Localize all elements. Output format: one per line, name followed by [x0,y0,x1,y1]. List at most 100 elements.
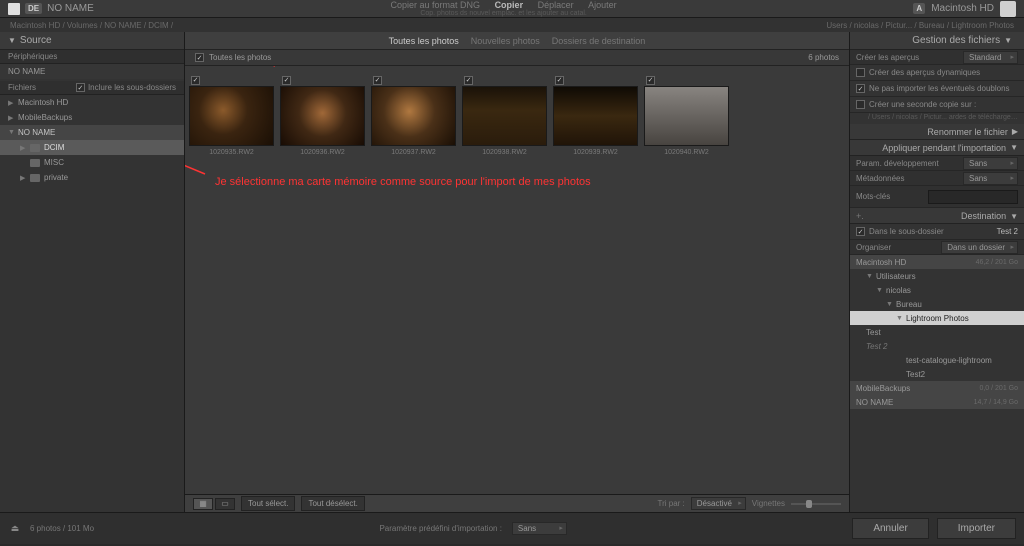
copy-dng-label[interactable]: Copier au format DNG [391,0,481,10]
thumbnail-image[interactable] [189,86,274,146]
eject-icon[interactable]: ⏏ [8,522,22,536]
grid-view-button[interactable]: ▦ [193,498,213,510]
sort-dropdown[interactable]: Désactivé [691,497,746,510]
metadata-dropdown[interactable]: Sans [963,172,1018,185]
import-button[interactable]: Importer [937,518,1016,539]
thumbnail-cell[interactable]: 1020938.RW2 [462,74,547,156]
source-breadcrumb[interactable]: Macintosh HD / Volumes / NO NAME / DCIM … [10,21,173,30]
source-panel-header[interactable]: ▼ Source [0,32,184,50]
checkbox-icon [76,83,85,92]
organize-label: Organiser [856,243,891,252]
file-handling-title: Gestion des fichiers [912,35,1000,46]
keywords-row: Mots-clés [850,186,1024,208]
breadcrumb-row: Macintosh HD / Volumes / NO NAME / DCIM … [0,18,1024,32]
thumbnail-cell[interactable]: 1020940.RW2 [644,74,729,156]
sd-card-icon [8,3,20,15]
volume-mobilebackups[interactable]: ▶MobileBackups [0,110,184,125]
keywords-input[interactable] [928,190,1018,204]
cancel-button[interactable]: Annuler [852,518,928,539]
thumbnail-image[interactable] [371,86,456,146]
tab-new-photos[interactable]: Nouvelles photos [471,36,540,46]
dest-device-badge[interactable]: A Macintosh HD [913,1,1016,17]
build-previews-label: Créer les aperçus [856,53,919,62]
smart-previews-toggle[interactable]: Créer des aperçus dynamiques [850,65,1024,81]
device-row-noname[interactable]: NO NAME [0,64,184,79]
rename-header[interactable]: Renommer le fichier▶ [850,124,1024,140]
folder-dcim[interactable]: ▶DCIM [0,140,184,155]
dest-volume-row[interactable]: Macintosh HD46,2 / 201 Go [850,255,1024,269]
thumbnail-filename: 1020939.RW2 [553,149,638,156]
destination-header[interactable]: +. Destination▼ [850,208,1024,224]
include-subfolders-toggle[interactable]: Inclure les sous-dossiers [76,83,176,92]
folder-icon [30,144,40,152]
thumbnail-image[interactable] [280,86,365,146]
action-copy[interactable]: Copier [495,0,524,10]
thumbnail-filename: 1020938.RW2 [462,149,547,156]
thumb-size-slider[interactable] [791,503,841,505]
thumbnail-cell[interactable]: 1020937.RW2 [371,74,456,156]
checkbox-icon [856,227,865,236]
select-all-button[interactable]: Tout sélect. [241,496,295,511]
dest-volume-name: Macintosh HD [931,3,994,14]
tab-all-photos[interactable]: Toutes les photos [389,36,459,46]
de-tag: DE [25,3,42,14]
thumb-checkbox[interactable] [555,76,564,85]
thumb-checkbox[interactable] [646,76,655,85]
second-copy-toggle[interactable]: Créer une seconde copie sur : [850,97,1024,113]
check-all-checkbox[interactable] [195,53,204,62]
build-previews-row: Créer les aperçus Standard [850,50,1024,65]
loupe-view-button[interactable]: ▭ [215,498,235,510]
thumb-checkbox[interactable] [191,76,200,85]
keywords-label: Mots-clés [856,192,890,201]
preview-tabs: Toutes les photos Nouvelles photos Dossi… [185,32,849,50]
thumbnail-cell[interactable]: 1020939.RW2 [553,74,638,156]
thumbnail-image[interactable] [462,86,547,146]
thumbnail-image[interactable] [644,86,729,146]
no-duplicates-toggle[interactable]: Ne pas importer les éventuels doublons [850,81,1024,97]
thumbnail-cell[interactable]: 1020935.RW2 [189,74,274,156]
dest-folder-row[interactable]: ▼Lightroom Photos [850,311,1024,325]
folder-private[interactable]: ▶private [0,170,184,185]
all-photos-label: Toutes les photos [209,53,271,62]
thumbnail-cell[interactable]: 1020936.RW2 [280,74,365,156]
preset-dropdown[interactable]: Sans [512,522,567,535]
action-add[interactable]: Ajouter [588,0,617,10]
dest-volume-row[interactable]: MobileBackups0,0 / 201 Go [850,381,1024,395]
dest-folder-row[interactable]: Test2 [850,367,1024,381]
thumb-checkbox[interactable] [373,76,382,85]
footer: ⏏ 6 photos / 101 Mo Paramètre prédéfini … [0,512,1024,544]
folder-misc[interactable]: MISC [0,155,184,170]
action-move[interactable]: Déplacer [538,0,574,10]
thumb-checkbox[interactable] [464,76,473,85]
dest-folder-row[interactable]: ▼nicolas [850,283,1024,297]
settings-panel: Gestion des fichiers ▼ Créer les aperçus… [849,32,1024,512]
thumb-checkbox[interactable] [282,76,291,85]
dest-folder-row[interactable]: test-catalogue-lightroom [850,353,1024,367]
copy-mode-row: Copier au format DNG Copier Déplacer Ajo… [94,0,914,17]
subfolder-toggle[interactable]: Dans le sous-dossier Test 2 [850,224,1024,240]
dest-volume-row[interactable]: NO NAME14,7 / 14,9 Go [850,395,1024,409]
apply-during-import-header[interactable]: Appliquer pendant l'importation▼ [850,140,1024,156]
dest-breadcrumb[interactable]: Users / nicolas / Pictur... / Bureau / L… [826,21,1014,30]
folder-icon [30,174,40,182]
dest-folder-row[interactable]: Test [850,325,1024,339]
develop-settings-dropdown[interactable]: Sans [963,157,1018,170]
dest-folder-row[interactable]: ▼Utilisateurs [850,269,1024,283]
file-handling-header[interactable]: Gestion des fichiers ▼ [850,32,1024,50]
hard-drive-icon [1000,1,1016,17]
organize-dropdown[interactable]: Dans un dossier [941,241,1018,254]
volume-noname[interactable]: ▼NO NAME [0,125,184,140]
check-all-row: Toutes les photos 6 photos [185,50,849,66]
dest-folder-row[interactable]: Test 2 [850,339,1024,353]
preview-panel: Toutes les photos Nouvelles photos Dossi… [185,32,849,512]
metadata-label: Métadonnées [856,174,904,183]
dest-folder-row[interactable]: ▼Bureau [850,297,1024,311]
source-device-badge[interactable]: DE NO NAME [8,3,94,15]
tab-dest-folders[interactable]: Dossiers de destination [552,36,646,46]
top-bar: DE NO NAME Copier au format DNG Copier D… [0,0,1024,18]
build-previews-dropdown[interactable]: Standard [963,51,1018,64]
thumbnail-image[interactable] [553,86,638,146]
volume-macintosh-hd[interactable]: ▶Macintosh HD [0,95,184,110]
annotation-text: Je sélectionne ma carte mémoire comme so… [215,176,591,188]
deselect-all-button[interactable]: Tout désélect. [301,496,364,511]
